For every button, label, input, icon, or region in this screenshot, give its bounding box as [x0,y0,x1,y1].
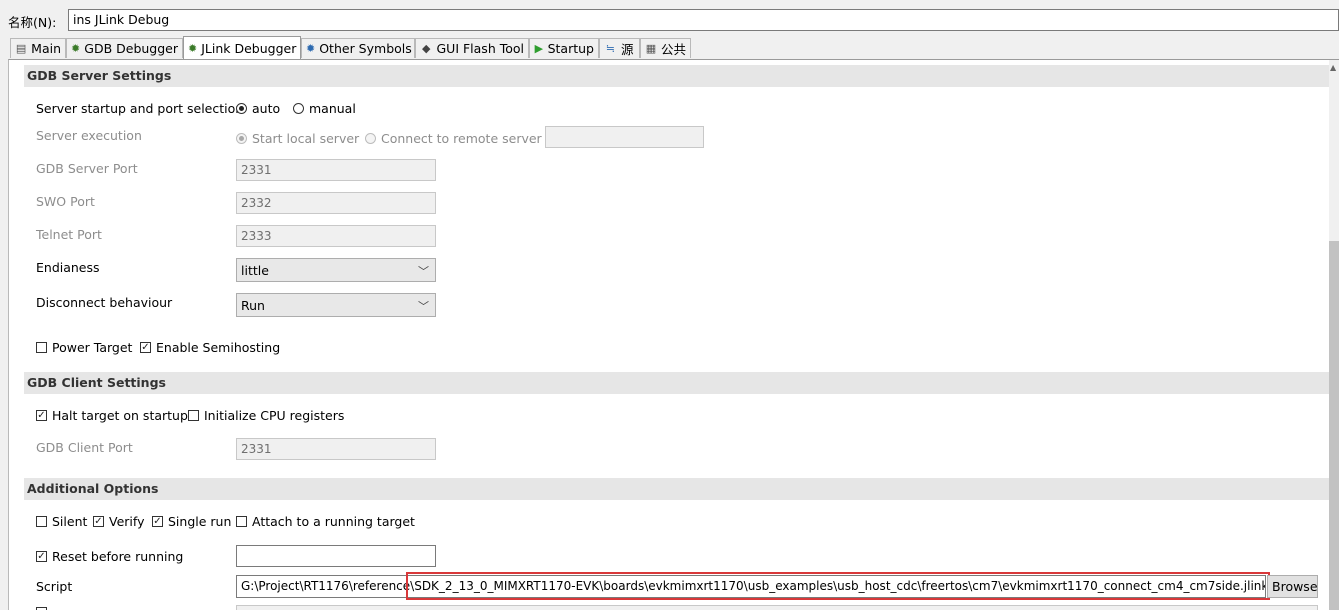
name-label: 名称(N): [8,15,57,30]
swo-port-label: SWO Port [36,194,95,209]
auto-radio[interactable] [236,103,247,114]
source-icon: ≒ [605,42,616,55]
chevron-down-icon: ﹀ [418,300,429,313]
auto-radio-label: auto [252,101,281,116]
section-gdb-client: GDB Client Settings [24,372,1331,394]
power-target-checkbox[interactable] [36,342,47,353]
tab-bar: ▤ Main ✹ GDB Debugger ✹ JLink Debugger ✹… [8,36,1339,59]
attach-running-target-checkbox[interactable] [236,516,247,527]
attach-running-target-label: Attach to a running target [252,514,415,529]
verify-checkbox[interactable]: ✓ [93,516,104,527]
endianess-value: little [241,263,269,278]
scrollbar-thumb[interactable] [1329,241,1339,610]
enable-semihosting-checkbox[interactable]: ✓ [140,342,151,353]
gdb-server-port-label: GDB Server Port [36,161,138,176]
tab-label: Main [31,41,61,56]
tab-label: 源 [621,42,634,57]
endianess-label: Endianess [36,260,100,275]
telnet-port-label: Telnet Port [36,227,102,242]
table-icon: ▦ [645,42,657,55]
disconnect-behaviour-value: Run [241,298,265,313]
configuration-name-input[interactable]: ins JLink Debug [68,9,1339,31]
bug-gear-icon: ✹ [188,41,198,55]
tab-label: JLink Debugger [201,40,297,56]
section-additional-options: Additional Options [24,478,1331,500]
reset-before-running-checkbox[interactable]: ✓ [36,551,47,562]
single-run-label: Single run [168,514,232,529]
reset-before-running-input[interactable] [236,545,436,567]
verify-label: Verify [109,514,145,529]
tab-main[interactable]: ▤ Main [10,38,66,58]
play-icon: ▶ [534,42,544,55]
start-local-server-label: Start local server [252,131,360,146]
script-label: Script [36,579,73,594]
silent-checkbox[interactable] [36,516,47,527]
tab-gdb-debugger[interactable]: ✹ GDB Debugger [66,38,183,58]
jlink-debugger-panel: GDB Server Settings Server startup and p… [8,59,1339,610]
power-target-label: Power Target [52,340,133,355]
endianess-select[interactable]: little ﹀ [236,258,436,282]
gdb-client-port-input[interactable]: 2331 [236,438,436,460]
server-execution-label: Server execution [36,128,142,143]
swo-port-input[interactable]: 2332 [236,192,436,214]
next-row-input[interactable] [236,605,1318,610]
vertical-scrollbar[interactable]: ▲ [1329,60,1339,610]
gdb-client-port-label: GDB Client Port [36,440,133,455]
script-path-highlight [406,572,1270,600]
chevron-up-icon[interactable]: ▲ [1330,63,1336,72]
connect-remote-server-radio[interactable] [365,133,376,144]
tab-gui-flash-tool[interactable]: ◆ GUI Flash Tool [415,38,529,58]
halt-target-checkbox[interactable]: ✓ [36,410,47,421]
chevron-down-icon: ﹀ [418,265,429,278]
tab-jlink-debugger[interactable]: ✹ JLink Debugger [183,36,301,59]
tab-label: 公共 [660,42,686,57]
tab-startup[interactable]: ▶ Startup [529,38,599,58]
bug-gear-icon: ✹ [306,42,316,55]
manual-radio-label: manual [309,101,356,116]
section-gdb-server: GDB Server Settings [24,65,1331,87]
tab-label: Startup [547,41,594,56]
telnet-port-input[interactable]: 2333 [236,225,436,247]
gdb-server-port-input[interactable]: 2331 [236,159,436,181]
start-local-server-radio[interactable] [236,133,247,144]
server-startup-label: Server startup and port selection [36,101,244,116]
manual-radio[interactable] [293,103,304,114]
enable-semihosting-label: Enable Semihosting [156,340,281,355]
remote-server-input[interactable] [545,126,704,148]
tab-other-symbols[interactable]: ✹ Other Symbols [301,38,415,58]
single-run-checkbox[interactable]: ✓ [152,516,163,527]
bug-gear-icon: ✹ [71,42,81,55]
connect-remote-server-label: Connect to remote server [381,131,542,146]
disconnect-behaviour-select[interactable]: Run ﹀ [236,293,436,317]
tab-label: GUI Flash Tool [436,41,524,56]
halt-target-label: Halt target on startup [52,408,188,423]
initialize-cpu-registers-checkbox[interactable] [188,410,199,421]
disconnect-behaviour-label: Disconnect behaviour [36,295,173,310]
reset-before-running-label: Reset before running [52,549,184,564]
browse-button[interactable]: Browse [1267,575,1318,598]
tab-label: GDB Debugger [84,41,178,56]
initialize-cpu-registers-label: Initialize CPU registers [204,408,345,423]
chip-icon: ◆ [422,42,431,55]
document-icon: ▤ [15,42,27,55]
tab-source[interactable]: ≒ 源 [599,38,640,58]
silent-label: Silent [52,514,88,529]
tab-label: Other Symbols [319,41,412,56]
tab-common[interactable]: ▦ 公共 [640,38,691,58]
